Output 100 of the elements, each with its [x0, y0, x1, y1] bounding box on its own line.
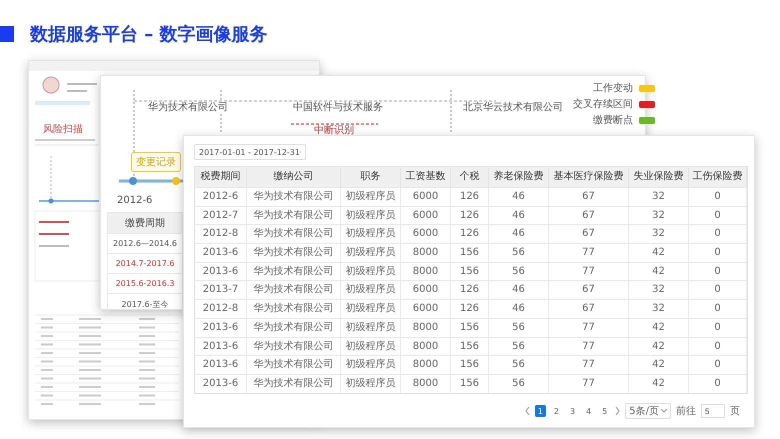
date-label: 2012-6: [115, 195, 154, 206]
caret-icon: [661, 409, 667, 413]
table-cell: 2013-6: [195, 374, 247, 393]
table-cell: 32: [629, 206, 689, 224]
table-cell: 156: [451, 336, 489, 356]
table-cell: 46: [489, 224, 549, 244]
table-cell: 6000: [401, 280, 451, 300]
period-cell: 2014.7-2017.6: [108, 253, 182, 273]
column-header: 缴费周期: [108, 213, 182, 233]
section-heading: 风险扫描: [43, 124, 83, 135]
legend-label: 缴费断点: [591, 113, 635, 127]
column-header: 税费期间: [195, 167, 247, 187]
page-button[interactable]: 5: [599, 405, 610, 417]
page-input[interactable]: 5: [701, 404, 725, 418]
slide-title: 数据服务平台 – 数字画像服务: [30, 23, 268, 46]
column-header: 工伤保险费: [689, 167, 747, 187]
table-cell: 67: [549, 280, 629, 300]
table-cell: 华为技术有限公司: [247, 336, 341, 356]
table-cell: 华为技术有限公司: [247, 355, 341, 374]
table-cell: 2013-7: [195, 280, 247, 300]
table-cell: 8000: [401, 243, 451, 262]
table-cell: 华为技术有限公司: [247, 299, 341, 318]
table-cell: 6000: [401, 224, 451, 244]
table-cell: 华为技术有限公司: [247, 206, 341, 224]
table-cell: 46: [489, 280, 549, 300]
table-cell: 华为技术有限公司: [247, 262, 341, 280]
table-cell: 42: [629, 243, 689, 262]
table-cell: 32: [629, 299, 689, 318]
table-cell: 77: [549, 262, 629, 280]
table-cell: 8000: [401, 374, 451, 393]
table-cell: 0: [689, 374, 747, 393]
next-page-icon[interactable]: [615, 407, 620, 415]
table-cell: 156: [451, 355, 489, 374]
table-cell: 42: [629, 355, 689, 374]
table-cell: 126: [451, 299, 489, 318]
table-cell: 8000: [401, 355, 451, 374]
table-cell: 华为技术有限公司: [247, 243, 341, 262]
page-size-select[interactable]: 5条/页: [625, 403, 671, 419]
page-button[interactable]: 1: [534, 405, 546, 417]
table-cell: 8000: [401, 318, 451, 336]
table-cell: 32: [629, 280, 689, 300]
table-cell: 46: [489, 299, 549, 318]
legend-label: 交叉存续区间: [571, 97, 635, 111]
table-cell: 32: [629, 187, 689, 206]
table-cell: 42: [629, 374, 689, 393]
page-suffix: 页: [730, 405, 740, 418]
table-cell: 32: [629, 224, 689, 244]
table-cell: 华为技术有限公司: [247, 374, 341, 393]
table-cell: 156: [451, 262, 489, 280]
table-cell: 56: [489, 262, 549, 280]
table-cell: 77: [549, 318, 629, 336]
table-cell: 156: [451, 374, 489, 393]
table-cell: 126: [451, 206, 489, 224]
gap-label: 中断识别: [312, 125, 356, 136]
table-cell: 0: [689, 187, 747, 206]
table-cell: 0: [689, 224, 747, 244]
table-cell: 0: [689, 243, 747, 262]
table-cell: 46: [489, 206, 549, 224]
table-cell: 初级程序员: [341, 336, 401, 356]
column-header: 养老保险费: [489, 167, 549, 187]
table-cell: 126: [451, 224, 489, 244]
table-cell: 77: [549, 243, 629, 262]
table-cell: 77: [549, 336, 629, 356]
table-cell: 初级程序员: [341, 262, 401, 280]
page-button[interactable]: 2: [550, 405, 562, 417]
table-cell: 42: [629, 318, 689, 336]
table-cell: 2012-8: [195, 299, 247, 318]
table-cell: 8000: [401, 336, 451, 356]
table-cell: 77: [549, 355, 629, 374]
goto-label: 前往: [676, 404, 696, 418]
table-cell: 华为技术有限公司: [247, 280, 341, 300]
table-cell: 126: [451, 187, 489, 206]
table-cell: 初级程序员: [341, 224, 401, 244]
table-cell: 46: [489, 187, 549, 206]
table-cell: 0: [689, 206, 747, 224]
table-cell: 0: [689, 262, 747, 280]
table-cell: 6000: [401, 206, 451, 224]
column-header: 工资基数: [401, 167, 451, 187]
table-cell: 77: [549, 374, 629, 393]
column-header: 基本医疗保险费: [549, 167, 629, 187]
table-cell: 0: [689, 355, 747, 374]
legend-label: 工作变动: [591, 81, 635, 95]
table-cell: 0: [689, 299, 747, 318]
table-cell: 初级程序员: [341, 299, 401, 318]
table-cell: 0: [689, 336, 747, 356]
previous-page-icon[interactable]: [524, 407, 530, 415]
table-cell: 42: [629, 262, 689, 280]
date-range-field[interactable]: 2017-01-01 - 2017-12-31: [194, 144, 306, 160]
period-cell: 2015.6-2016.3: [108, 273, 182, 293]
page-button[interactable]: 3: [566, 405, 578, 417]
table-cell: 2013-6: [195, 355, 247, 374]
table-cell: 56: [489, 336, 549, 356]
change-tooltip: 变更记录: [131, 152, 181, 172]
table-cell: 2013-6: [195, 262, 247, 280]
table-cell: 67: [549, 299, 629, 318]
column-header: 失业保险费: [629, 167, 689, 187]
table-cell: 6000: [401, 299, 451, 318]
table-cell: 0: [689, 280, 747, 300]
page-button[interactable]: 4: [583, 405, 594, 417]
company-label: 中国软件与技术服务: [291, 102, 385, 113]
